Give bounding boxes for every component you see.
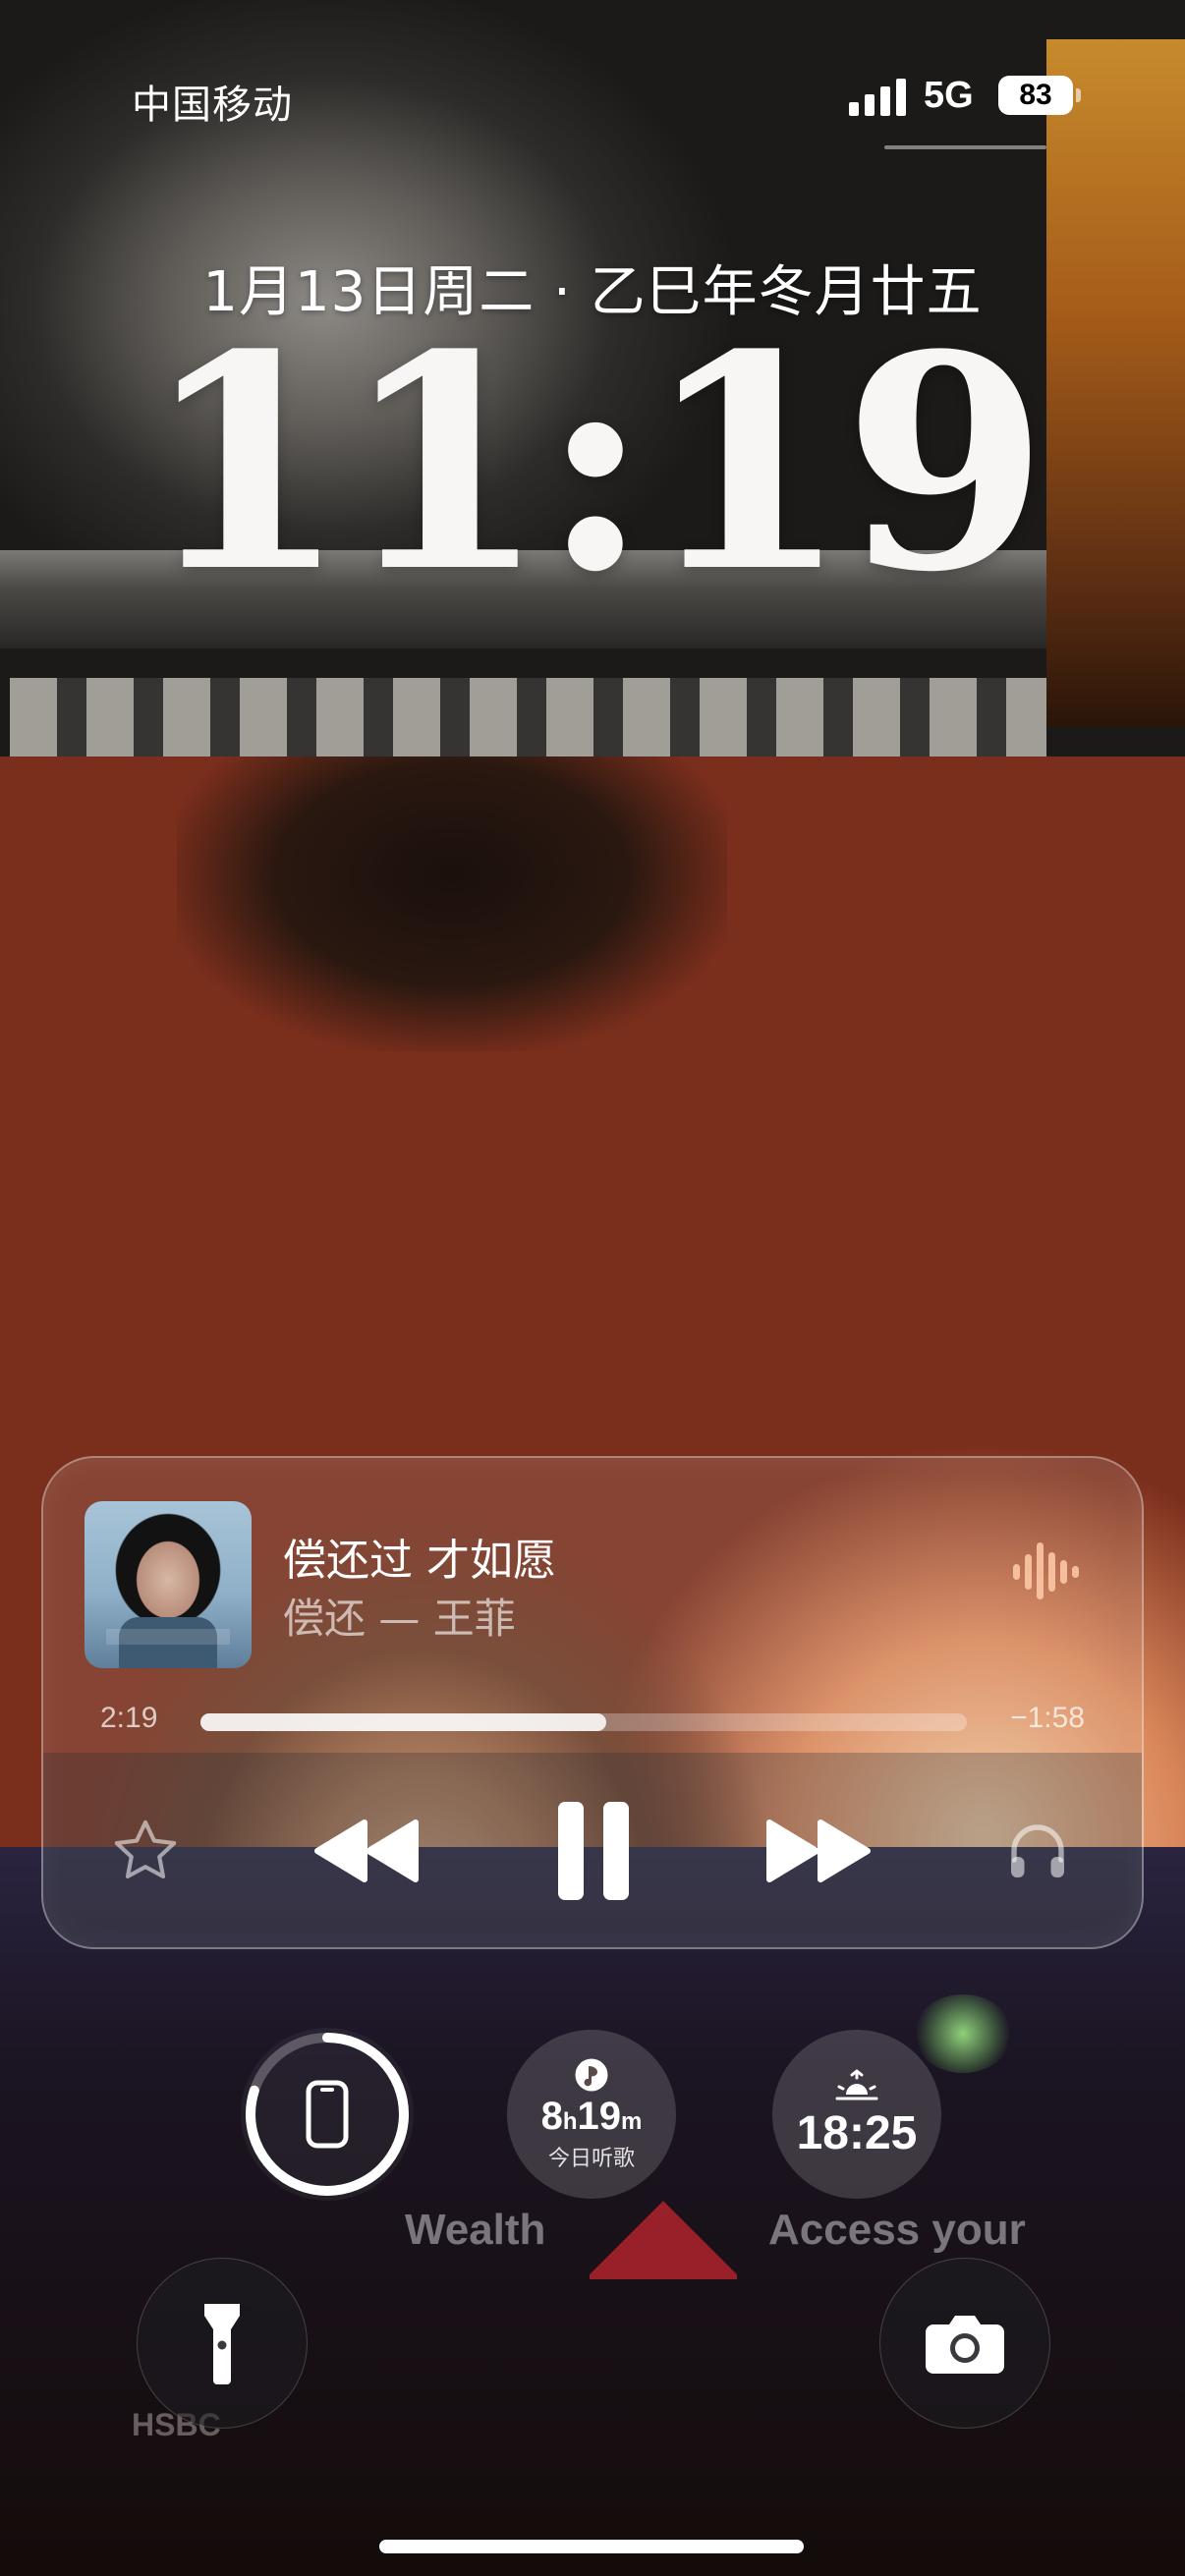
fast-forward-button[interactable] bbox=[759, 1802, 876, 1900]
cellular-signal-icon bbox=[849, 77, 910, 116]
wallpaper-bokeh bbox=[914, 1994, 1012, 2073]
album-art-caption bbox=[106, 1629, 230, 1645]
camera-button[interactable] bbox=[879, 2258, 1050, 2429]
battery-icon: 83 bbox=[998, 76, 1073, 115]
song-title: 偿还过 才如愿 bbox=[283, 1536, 556, 1586]
network-type: 5G bbox=[924, 75, 974, 116]
sunset-time: 18:25 bbox=[796, 2106, 918, 2159]
sunset-widget[interactable]: 18:25 bbox=[772, 2030, 941, 2199]
flashlight-button[interactable] bbox=[137, 2258, 308, 2429]
lock-screen-clock[interactable]: 11:19 bbox=[0, 316, 1185, 611]
rewind-button[interactable] bbox=[309, 1802, 426, 1900]
battery-level: 83 bbox=[1019, 79, 1052, 111]
wallpaper-ad-text: Wealth bbox=[405, 2206, 546, 2254]
camera-icon bbox=[926, 2316, 1004, 2374]
listening-time-widget[interactable]: 8h19m 今日听歌 bbox=[507, 2030, 676, 2199]
song-album-artist: 偿还 — 王菲 bbox=[283, 1595, 516, 1643]
pause-button[interactable] bbox=[535, 1792, 652, 1910]
listening-label: 今日听歌 bbox=[547, 2146, 635, 2171]
music-app-icon bbox=[575, 2058, 608, 2091]
playback-scrubber[interactable] bbox=[200, 1713, 967, 1731]
audio-waveform-icon[interactable] bbox=[1011, 1537, 1080, 1605]
wallpaper-tiles bbox=[10, 678, 1046, 756]
audio-output-button[interactable] bbox=[996, 1810, 1079, 1892]
headphones-icon bbox=[1011, 1824, 1064, 1877]
minutes-unit: m bbox=[621, 2107, 643, 2135]
wallpaper-portrait-hair bbox=[177, 756, 727, 1051]
carrier-name: 中国移动 bbox=[132, 83, 293, 128]
elapsed-time: 2:19 bbox=[100, 1702, 158, 1734]
rewind-icon bbox=[314, 1820, 419, 1882]
remaining-time: −1:58 bbox=[1010, 1702, 1085, 1734]
battery-tip bbox=[1076, 88, 1081, 102]
sunset-icon bbox=[835, 2069, 878, 2100]
album-art[interactable] bbox=[85, 1501, 252, 1668]
battery-ring bbox=[246, 2033, 409, 2196]
playback-progress-fill bbox=[200, 1713, 607, 1731]
home-indicator[interactable] bbox=[379, 2540, 804, 2553]
fast-forward-icon bbox=[766, 1820, 871, 1882]
listening-duration: 8h19m bbox=[541, 2095, 643, 2139]
wallpaper-ad-text: Access your bbox=[768, 2206, 1026, 2254]
status-indicator-line bbox=[884, 145, 1046, 149]
favorite-button[interactable] bbox=[106, 1812, 185, 1890]
hours-unit: h bbox=[562, 2107, 578, 2135]
now-playing-card[interactable]: 偿还过 才如愿 偿还 — 王菲 2:19 −1:58 bbox=[41, 1456, 1144, 1949]
device-battery-widget[interactable] bbox=[241, 2028, 414, 2201]
flashlight-icon bbox=[204, 2304, 240, 2384]
pause-icon bbox=[558, 1802, 629, 1900]
hsbc-logo-icon bbox=[590, 2201, 737, 2279]
listening-hours: 8 bbox=[540, 2094, 563, 2138]
listening-minutes: 19 bbox=[577, 2094, 622, 2138]
star-icon bbox=[114, 1820, 177, 1879]
